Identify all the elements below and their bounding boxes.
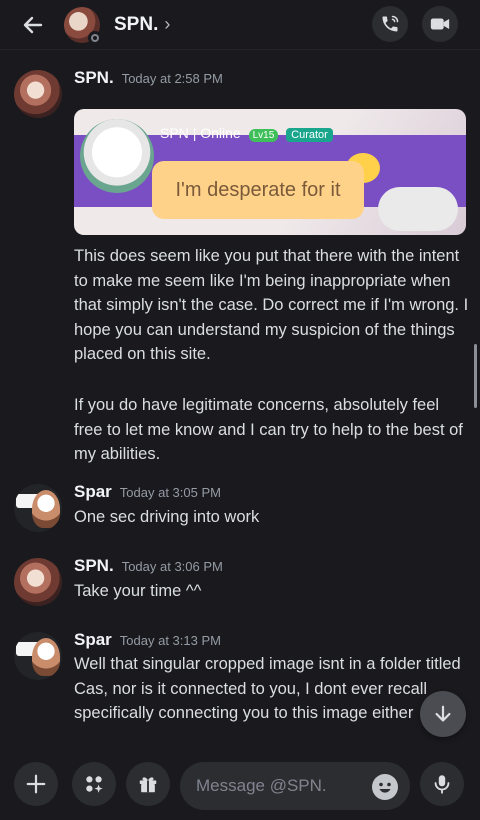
gift-icon <box>139 777 157 793</box>
author-name[interactable]: SPN. <box>74 68 114 87</box>
message-input[interactable] <box>196 762 356 810</box>
embed-profile-picture <box>80 119 154 193</box>
message-list[interactable]: SPN. Today at 2:58 PM SPN | Online Lv15 C… <box>0 52 480 752</box>
emoji-button[interactable] <box>372 774 398 800</box>
message-timestamp: Today at 3:13 PM <box>119 633 221 648</box>
message-text: Take your time ^^ <box>74 582 202 600</box>
avatar[interactable] <box>14 484 62 532</box>
embed-profile-tag: SPN | Online Lv15 Curator <box>160 125 333 142</box>
message-timestamp: Today at 2:58 PM <box>121 71 223 86</box>
embed-cloud <box>378 187 458 231</box>
author-name[interactable]: Spar <box>74 482 112 501</box>
image-attachment[interactable]: SPN | Online Lv15 Curator I'm desperate … <box>74 109 466 235</box>
call-button[interactable] <box>372 6 408 42</box>
scrollbar-thumb[interactable] <box>474 344 477 408</box>
avatar[interactable] <box>14 558 62 606</box>
embed-role-badge: Curator <box>286 128 333 142</box>
message-input-container[interactable] <box>180 762 410 810</box>
message-group: Spar Today at 3:13 PM Well that singular … <box>0 628 480 752</box>
attach-button[interactable] <box>14 762 58 806</box>
video-camera-icon <box>430 18 450 30</box>
message-text: If you do have legitimate concerns, abso… <box>74 396 463 463</box>
message-author[interactable]: SPN. Today at 3:06 PM <box>74 556 223 576</box>
offline-status-icon <box>88 30 102 45</box>
message-composer <box>0 752 480 820</box>
emoji-icon <box>379 782 391 793</box>
embed-bubble-text: I'm desperate for it <box>152 161 364 219</box>
apps-button[interactable] <box>72 762 116 806</box>
embed-level-badge: Lv15 <box>248 129 279 142</box>
message-author[interactable]: SPN. Today at 2:58 PM <box>74 68 223 88</box>
avatar[interactable] <box>14 70 62 118</box>
message-timestamp: Today at 3:06 PM <box>121 559 223 574</box>
gift-button[interactable] <box>126 762 170 806</box>
message-author[interactable]: Spar Today at 3:05 PM <box>74 482 221 502</box>
plus-icon <box>26 774 46 794</box>
apps-icon <box>86 776 103 793</box>
header-avatar[interactable] <box>64 6 102 45</box>
chevron-right-icon[interactable]: › <box>164 14 170 35</box>
chat-header: SPN. › <box>0 0 480 50</box>
video-call-button[interactable] <box>422 6 458 42</box>
author-name[interactable]: SPN. <box>74 556 114 575</box>
microphone-icon <box>434 775 450 794</box>
message-author[interactable]: Spar Today at 3:13 PM <box>74 630 221 650</box>
back-button[interactable] <box>18 10 48 40</box>
voice-message-button[interactable] <box>420 762 464 806</box>
avatar-art <box>32 490 60 528</box>
avatar[interactable] <box>14 632 62 680</box>
author-name[interactable]: Spar <box>74 630 112 649</box>
header-username[interactable]: SPN. <box>114 14 158 36</box>
embed-tag-status: | Online <box>192 125 241 141</box>
message-timestamp: Today at 3:05 PM <box>119 485 221 500</box>
arrow-down-icon <box>435 705 451 722</box>
phone-icon <box>382 15 399 32</box>
message-text: Well that singular cropped image isnt in… <box>74 655 461 722</box>
jump-to-latest-button[interactable] <box>420 691 466 737</box>
arrow-left-icon <box>23 16 43 33</box>
avatar-art <box>32 638 60 676</box>
embed-tag-name: SPN <box>160 125 189 141</box>
message-group: Spar Today at 3:05 PM One sec driving int… <box>0 480 480 540</box>
message-group: SPN. Today at 2:58 PM SPN | Online Lv15 C… <box>0 64 480 464</box>
message-text: One sec driving into work <box>74 508 260 526</box>
message-group: SPN. Today at 3:06 PM Take your time ^^ <box>0 554 480 614</box>
message-text: This does seem like you put that there w… <box>74 247 469 363</box>
